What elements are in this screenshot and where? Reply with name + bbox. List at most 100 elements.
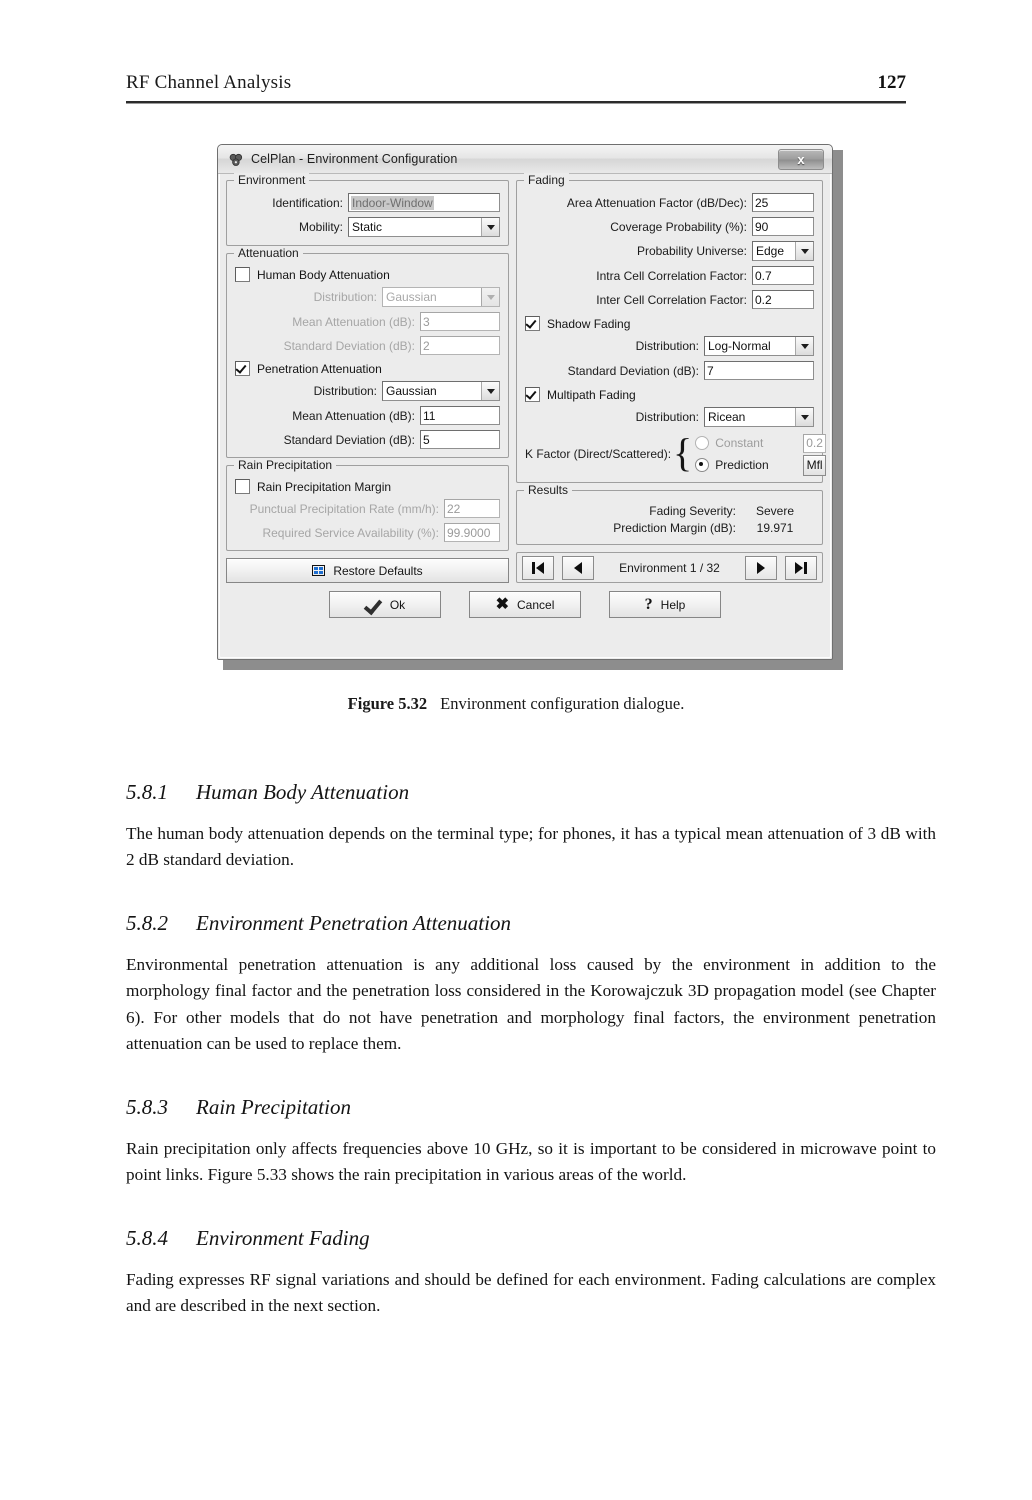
mobility-select[interactable]: Static [348, 217, 500, 237]
section-number: 5.8.4 [126, 1226, 168, 1251]
multipath-fading-checkbox[interactable] [525, 387, 540, 402]
environment-counter: Environment 1 / 32 [619, 560, 720, 575]
first-record-button[interactable] [522, 555, 554, 580]
chevron-down-icon[interactable] [795, 337, 813, 355]
nav-right-group [744, 555, 817, 580]
section-5-8-2: 5.8.2 Environment Penetration Attenuatio… [126, 911, 936, 1057]
shadow-distribution-value: Log-Normal [708, 339, 771, 353]
pen-mean-input[interactable]: 11 [420, 406, 500, 425]
inter-cell-input[interactable]: 0.2 [752, 290, 814, 309]
k-factor-constant-input: 0.2 [803, 433, 826, 453]
human-body-attenuation-label: Human Body Attenuation [257, 267, 390, 282]
restore-defaults-row: Restore Defaults [226, 558, 509, 583]
shadow-fading-label: Shadow Fading [547, 316, 631, 331]
multipath-distribution-select[interactable]: Ricean [704, 407, 814, 427]
shadow-fading-checkbox-row[interactable]: Shadow Fading [525, 316, 814, 331]
probability-universe-row: Probability Universe: Edge [525, 241, 814, 261]
hb-distribution-select: Gaussian [382, 287, 500, 307]
k-factor-prediction-label: Prediction [715, 458, 769, 472]
chevron-down-icon[interactable] [795, 242, 813, 260]
multipath-distribution-value: Ricean [708, 410, 746, 424]
pen-mean-value: 11 [423, 408, 436, 423]
hb-distribution-value: Gaussian [386, 290, 437, 304]
attenuation-group: Attenuation Human Body Attenuation Distr… [226, 246, 509, 458]
inter-cell-label: Inter Cell Correlation Factor: [596, 292, 747, 307]
previous-record-button[interactable] [562, 555, 594, 580]
human-body-attenuation-checkbox-row[interactable]: Human Body Attenuation [235, 267, 500, 282]
intra-cell-input[interactable]: 0.7 [752, 266, 814, 285]
section-heading: 5.8.2 Environment Penetration Attenuatio… [126, 911, 936, 936]
pen-std-label: Standard Deviation (dB): [283, 432, 415, 447]
k-factor-mfl-button[interactable]: Mfl [803, 454, 826, 476]
k-factor-block: K Factor (Direct/Scattered): { Constant … [525, 432, 826, 476]
pen-std-input[interactable]: 5 [420, 430, 500, 449]
probability-universe-label: Probability Universe: [636, 244, 747, 258]
environment-group-title: Environment [234, 173, 310, 187]
ok-button[interactable]: Ok [329, 591, 441, 618]
rain-margin-checkbox[interactable] [235, 479, 250, 494]
hb-mean-value: 3 [423, 314, 430, 329]
results-group-title: Results [524, 483, 573, 497]
section-paragraph: Rain precipitation only affects frequenc… [126, 1138, 936, 1184]
shadow-distribution-label: Distribution: [635, 339, 699, 353]
figure-caption: Figure 5.32 Environment configuration dia… [126, 694, 906, 714]
shadow-distribution-select[interactable]: Log-Normal [704, 336, 814, 356]
area-attenuation-value: 25 [755, 195, 769, 210]
precipitation-rate-value: 22 [447, 501, 461, 516]
dialog-body: Environment Identification: Indoor-Windo… [218, 173, 832, 659]
close-button[interactable]: x [778, 148, 824, 170]
rain-precipitation-group: Rain Precipitation Rain Precipitation Ma… [226, 458, 509, 551]
last-record-button[interactable] [784, 555, 817, 580]
human-body-attenuation-checkbox[interactable] [235, 267, 250, 282]
penetration-attenuation-label: Penetration Attenuation [257, 361, 382, 376]
dialog-title: CelPlan - Environment Configuration [251, 152, 458, 166]
cancel-button[interactable]: ✖ Cancel [469, 591, 581, 618]
shadow-std-input[interactable]: 7 [704, 361, 814, 380]
section-title: Human Body Attenuation [196, 780, 410, 804]
left-column: Environment Identification: Indoor-Windo… [226, 173, 509, 583]
right-column: Fading Area Attenuation Factor (dB/Dec):… [516, 173, 826, 583]
rain-margin-checkbox-row[interactable]: Rain Precipitation Margin [235, 479, 500, 494]
help-button[interactable]: ? Help [609, 591, 721, 618]
ok-button-label: Ok [389, 597, 406, 612]
section-title: Rain Precipitation [196, 1094, 351, 1119]
section-heading: 5.8.1 Human Body Attenuation [126, 780, 936, 805]
pen-distribution-value: Gaussian [386, 384, 437, 398]
multipath-fading-label: Multipath Fading [547, 387, 636, 402]
identification-value: Indoor-Window [351, 195, 434, 210]
k-factor-prediction-radio[interactable] [695, 458, 710, 472]
question-mark-icon: ? [644, 595, 653, 613]
section-title: Environment Fading [196, 1226, 370, 1251]
shadow-fading-checkbox[interactable] [525, 316, 540, 331]
dialog-titlebar[interactable]: CelPlan - Environment Configuration x [218, 145, 832, 174]
chevron-down-icon[interactable] [481, 382, 499, 400]
k-factor-prediction-row[interactable]: Prediction Mfl [695, 454, 826, 476]
skip-to-first-icon [532, 561, 535, 574]
probability-universe-value: Edge [756, 244, 785, 258]
chevron-down-icon[interactable] [795, 408, 813, 426]
coverage-probability-input[interactable]: 90 [752, 217, 814, 236]
multipath-distribution-row: Distribution: Ricean [525, 407, 814, 427]
hb-distribution-row: Distribution: Gaussian [235, 287, 500, 307]
multipath-fading-checkbox-row[interactable]: Multipath Fading [525, 387, 814, 402]
chevron-down-icon[interactable] [481, 218, 499, 236]
prediction-margin-label: Prediction Margin (dB): [613, 521, 736, 535]
pen-distribution-label: Distribution: [313, 384, 377, 398]
k-factor-constant-radio[interactable] [695, 436, 710, 450]
next-record-button[interactable] [744, 555, 777, 580]
figure-caption-label: Figure 5.32 [347, 694, 428, 713]
k-factor-constant-row[interactable]: Constant 0.2 [695, 432, 826, 454]
section-5-8-4: 5.8.4 Environment Fading Fading expresse… [126, 1226, 936, 1319]
pen-distribution-select[interactable]: Gaussian [382, 381, 500, 401]
hb-mean-input: 3 [420, 312, 500, 331]
probability-universe-select[interactable]: Edge [752, 241, 814, 261]
penetration-attenuation-checkbox-row[interactable]: Penetration Attenuation [235, 361, 500, 376]
section-number: 5.8.3 [126, 1094, 168, 1119]
area-attenuation-input[interactable]: 25 [752, 193, 814, 212]
prediction-margin-row: Prediction Margin (dB): 19.971 [525, 521, 814, 535]
penetration-attenuation-checkbox[interactable] [235, 361, 250, 376]
identification-input[interactable]: Indoor-Window [348, 193, 500, 212]
section-number: 5.8.2 [126, 911, 168, 936]
hb-mean-row: Mean Attenuation (dB): 3 [235, 312, 500, 331]
restore-defaults-button[interactable]: Restore Defaults [226, 558, 509, 583]
